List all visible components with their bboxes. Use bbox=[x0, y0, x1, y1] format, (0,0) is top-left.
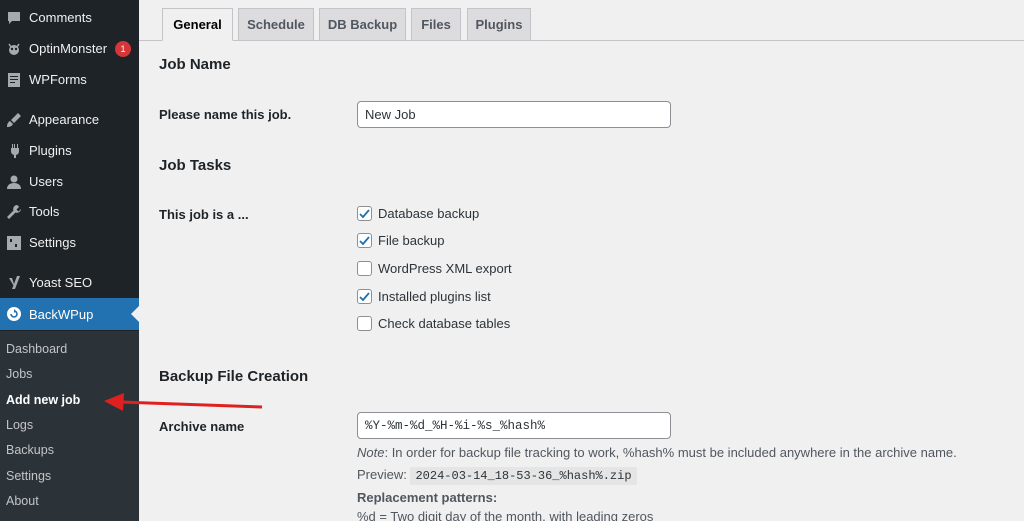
annotation-arrow-icon bbox=[104, 393, 263, 411]
